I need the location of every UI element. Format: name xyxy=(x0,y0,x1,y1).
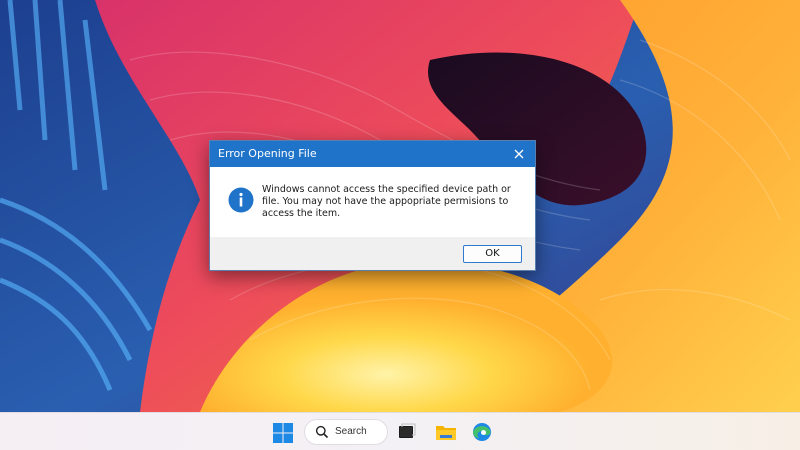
start-button[interactable] xyxy=(272,422,294,444)
dialog-content: Windows cannot access the specified devi… xyxy=(210,167,535,237)
edge-browser-button[interactable] xyxy=(470,421,494,445)
dialog-titlebar[interactable]: Error Opening File xyxy=(210,141,535,167)
ok-button[interactable]: OK xyxy=(463,245,522,263)
file-explorer-button[interactable] xyxy=(434,421,458,445)
search-label: Search xyxy=(335,426,367,437)
task-view-icon xyxy=(396,421,418,443)
close-icon xyxy=(509,144,529,164)
desktop: Error Opening File Windows cannot access… xyxy=(0,0,800,450)
folder-icon xyxy=(434,421,458,443)
taskbar-search[interactable]: Search xyxy=(304,419,388,445)
dialog-title: Error Opening File xyxy=(218,147,317,160)
task-view-button[interactable] xyxy=(396,421,418,445)
search-icon xyxy=(315,425,329,439)
windows-logo-icon xyxy=(272,422,294,444)
taskbar: Search xyxy=(0,412,800,450)
dialog-message: Windows cannot access the specified devi… xyxy=(262,184,524,220)
dialog-footer: OK xyxy=(210,237,535,270)
edge-browser-icon xyxy=(470,421,494,443)
info-icon xyxy=(228,187,254,213)
error-dialog: Error Opening File Windows cannot access… xyxy=(209,140,536,271)
close-button[interactable] xyxy=(509,144,529,164)
